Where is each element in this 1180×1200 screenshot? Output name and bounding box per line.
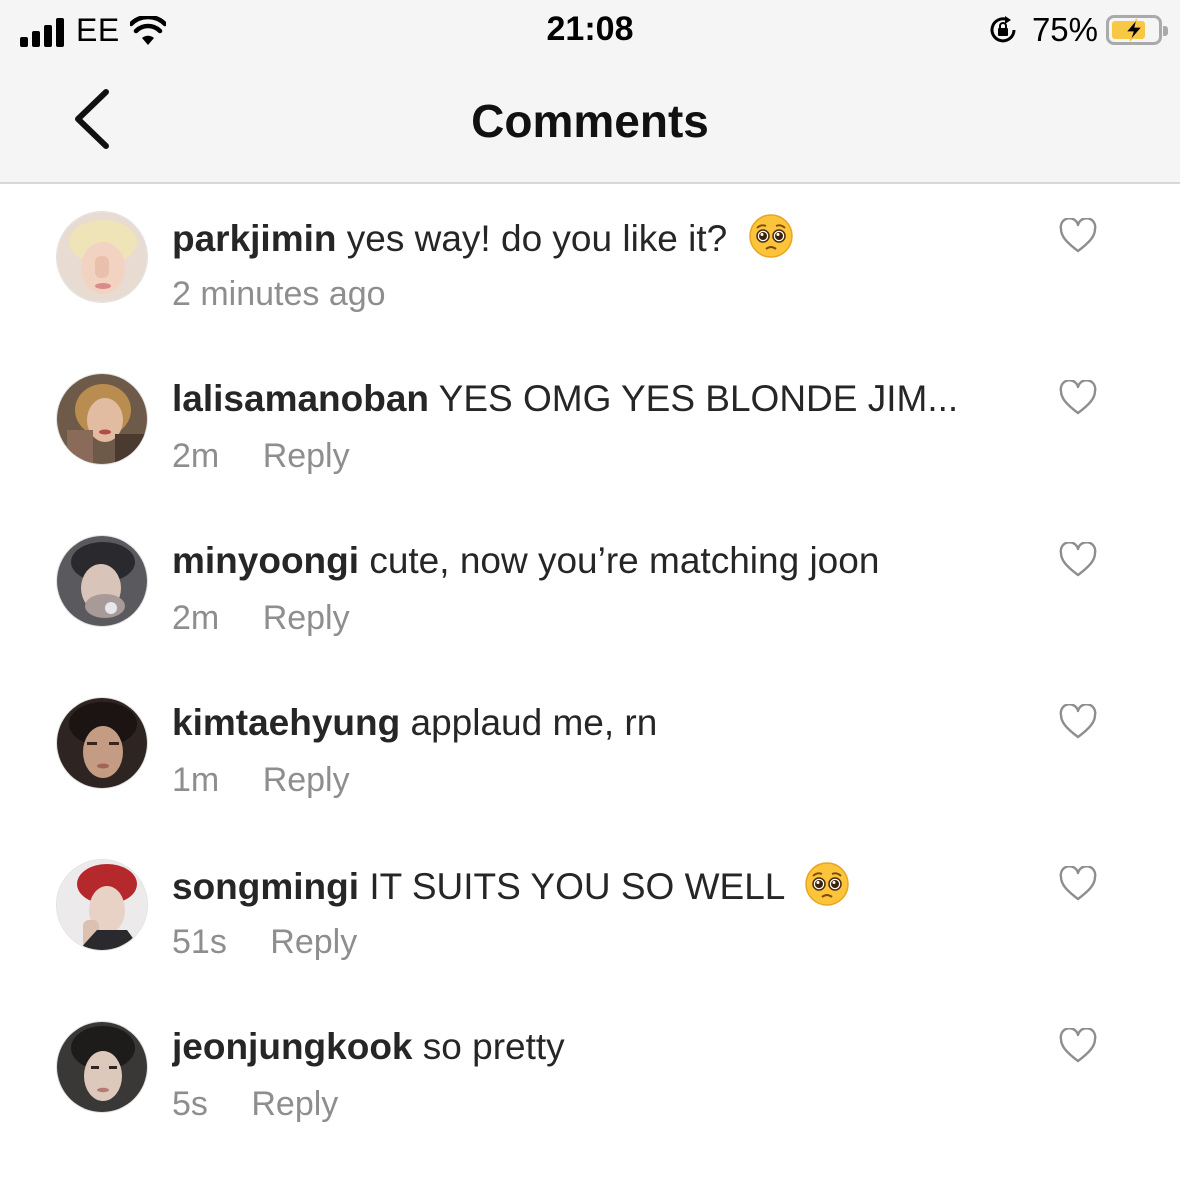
battery-charging-icon bbox=[1106, 15, 1168, 45]
comment-username[interactable]: lalisamanoban bbox=[172, 378, 429, 419]
comment-username[interactable]: parkjimin bbox=[172, 218, 337, 259]
pleading-face-emoji-icon bbox=[805, 862, 850, 906]
top-bar: EE 21:08 75% Comments bbox=[0, 0, 1180, 184]
comment-text: songmingi IT SUITS YOU SO WELL bbox=[172, 861, 1022, 911]
comment-body: yes way! do you like it? bbox=[346, 218, 728, 259]
comment-item: jeonjungkook so pretty 5s Reply bbox=[0, 995, 1180, 1157]
comment-body: cute, now you’re matching joon bbox=[369, 540, 880, 581]
avatar[interactable] bbox=[56, 859, 148, 951]
comment-body: so pretty bbox=[422, 1026, 565, 1067]
avatar[interactable] bbox=[56, 535, 148, 627]
bolt-icon bbox=[1124, 18, 1144, 42]
heart-icon[interactable] bbox=[1058, 218, 1098, 254]
comment-meta: 5s Reply bbox=[172, 1085, 338, 1124]
comment-meta: 2m Reply bbox=[172, 437, 350, 476]
comment-text: kimtaehyung applaud me, rn bbox=[172, 699, 1022, 747]
comment-time: 51s bbox=[172, 923, 227, 961]
comment-username[interactable]: songmingi bbox=[172, 866, 359, 907]
comment-text: jeonjungkook so pretty bbox=[172, 1023, 1022, 1071]
comment-body: IT SUITS YOU SO WELL bbox=[369, 866, 784, 907]
comment-body: YES OMG YES BLONDE JIM... bbox=[438, 378, 959, 419]
comment-time: 2m bbox=[172, 437, 220, 475]
battery-percent: 75% bbox=[1031, 11, 1098, 48]
comment-time: 5s bbox=[172, 1085, 208, 1123]
comment-text: minyoongi cute, now you’re matching joon bbox=[172, 537, 1022, 585]
comment-item: lalisamanoban YES OMG YES BLONDE JIM... … bbox=[0, 347, 1180, 509]
heart-icon[interactable] bbox=[1058, 542, 1098, 578]
comment-username[interactable]: jeonjungkook bbox=[172, 1026, 413, 1067]
orientation-lock-icon bbox=[990, 16, 1016, 43]
heart-icon[interactable] bbox=[1058, 1028, 1098, 1064]
page-title: Comments bbox=[471, 95, 709, 147]
avatar[interactable] bbox=[56, 211, 148, 303]
avatar[interactable] bbox=[56, 697, 148, 789]
heart-icon[interactable] bbox=[1058, 380, 1098, 416]
avatar[interactable] bbox=[56, 1021, 148, 1113]
reply-button[interactable]: Reply bbox=[263, 599, 350, 637]
status-right: 75% bbox=[988, 11, 1168, 48]
comment-text: parkjimin yes way! do you like it? bbox=[172, 213, 1022, 263]
heart-icon[interactable] bbox=[1058, 704, 1098, 740]
heart-icon[interactable] bbox=[1058, 866, 1098, 902]
comment-item: songmingi IT SUITS YOU SO WELL 51s Reply bbox=[0, 833, 1180, 995]
comment-body: applaud me, rn bbox=[410, 702, 658, 743]
comment-item: minyoongi cute, now you’re matching joon… bbox=[0, 509, 1180, 671]
status-bar: EE 21:08 75% bbox=[0, 0, 1180, 62]
comment-username[interactable]: kimtaehyung bbox=[172, 702, 400, 743]
comment-time: 2m bbox=[172, 599, 220, 637]
comment-meta: 2 minutes ago bbox=[172, 275, 420, 314]
reply-button[interactable]: Reply bbox=[263, 761, 350, 799]
comment-meta: 1m Reply bbox=[172, 761, 350, 800]
comment-time: 1m bbox=[172, 761, 220, 799]
pleading-face-emoji-icon bbox=[748, 214, 793, 258]
comment-username[interactable]: minyoongi bbox=[172, 540, 359, 581]
reply-button[interactable]: Reply bbox=[270, 923, 357, 961]
comment-meta: 51s Reply bbox=[172, 923, 357, 962]
battery-tip bbox=[1163, 26, 1168, 36]
reply-button[interactable]: Reply bbox=[263, 437, 350, 475]
comment-text: lalisamanoban YES OMG YES BLONDE JIM... bbox=[172, 375, 1022, 423]
nav-bar: Comments bbox=[0, 62, 1180, 182]
comment-item: parkjimin yes way! do you like it? 2 min… bbox=[0, 185, 1180, 347]
avatar[interactable] bbox=[56, 373, 148, 465]
comment-item: kimtaehyung applaud me, rn 1m Reply bbox=[0, 671, 1180, 833]
comment-time: 2 minutes ago bbox=[172, 275, 386, 313]
reply-button[interactable]: Reply bbox=[251, 1085, 338, 1123]
comment-meta: 2m Reply bbox=[172, 599, 350, 638]
